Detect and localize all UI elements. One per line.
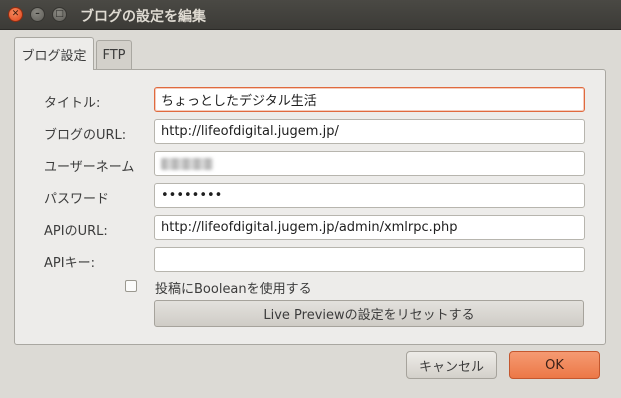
api-url-field[interactable]: http://lifeofdigital.jugem.jp/admin/xmlr…	[154, 215, 585, 240]
window-title: ブログの設定を編集	[80, 9, 206, 25]
api-url-label: APIのURL:	[44, 224, 108, 239]
url-label: ブログのURL:	[44, 128, 127, 143]
url-field[interactable]: http://lifeofdigital.jugem.jp/	[154, 119, 585, 144]
username-label: ユーザーネーム	[44, 160, 135, 175]
password-field[interactable]: ••••••••	[154, 183, 585, 208]
api-key-field[interactable]	[154, 247, 585, 272]
title-field[interactable]: ちょっとしたデジタル生活	[154, 87, 585, 112]
reset-live-preview-button[interactable]: Live Previewの設定をリセットする	[154, 300, 584, 327]
maximize-icon[interactable]: □	[52, 7, 67, 22]
username-field[interactable]	[154, 151, 585, 176]
tab-blog-settings[interactable]: ブログ設定	[14, 37, 94, 70]
window-titlebar[interactable]: ✕ – □ ブログの設定を編集	[0, 0, 621, 30]
boolean-checkbox-label[interactable]: 投稿にBooleanを使用する	[155, 278, 312, 297]
tab-ftp[interactable]: FTP	[96, 40, 132, 69]
boolean-checkbox[interactable]	[125, 280, 137, 292]
title-label: タイトル:	[44, 96, 101, 111]
redacted-username	[161, 157, 213, 170]
ok-button[interactable]: OK	[509, 351, 600, 379]
password-label: パスワード	[44, 192, 110, 207]
cancel-button[interactable]: キャンセル	[406, 351, 497, 379]
minimize-icon[interactable]: –	[30, 7, 45, 22]
close-icon[interactable]: ✕	[8, 7, 23, 22]
api-key-label: APIキー:	[44, 256, 95, 271]
